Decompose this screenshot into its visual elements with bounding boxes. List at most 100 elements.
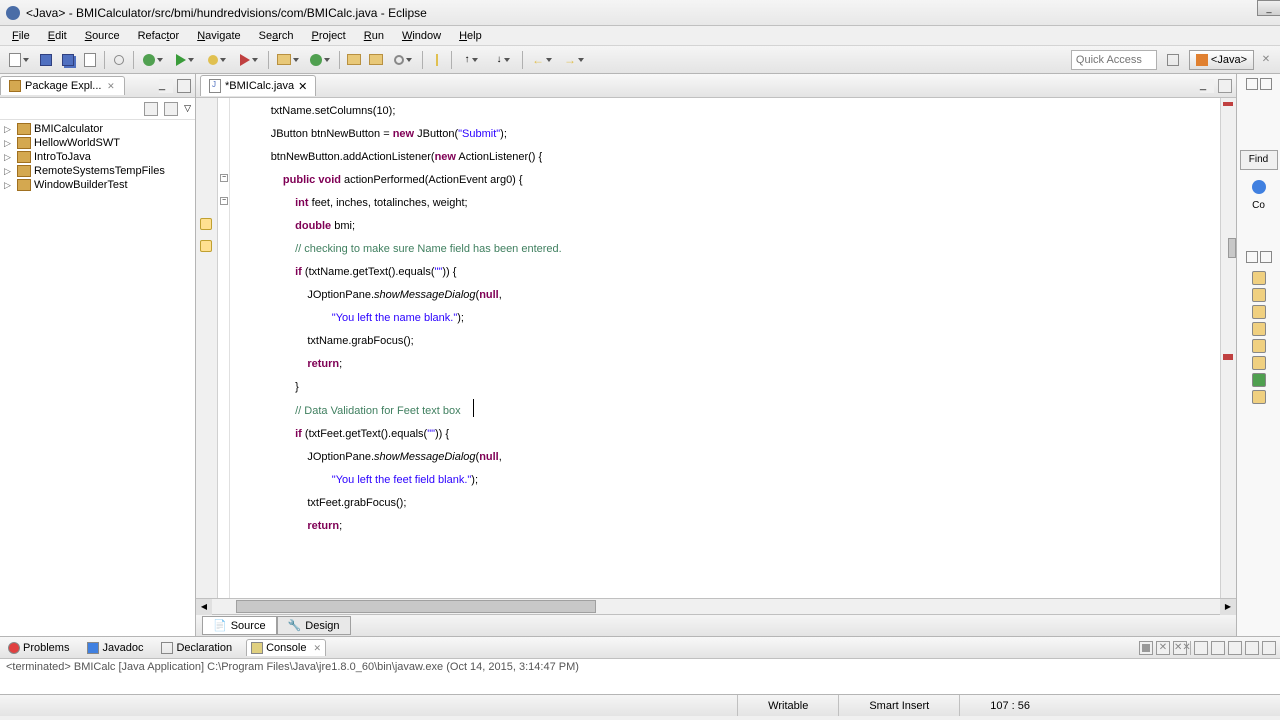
new-button[interactable] xyxy=(4,50,34,70)
outline-item-icon[interactable] xyxy=(1252,288,1266,302)
project-tree[interactable]: ▷BMICalculator ▷HellowWorldSWT ▷IntroToJ… xyxy=(0,120,195,194)
status-insert-mode: Smart Insert xyxy=(838,695,959,716)
close-icon[interactable]: ✕ xyxy=(105,81,116,92)
close-icon[interactable]: ✕ xyxy=(298,80,307,93)
javadoc-tab[interactable]: Javadoc xyxy=(83,640,147,656)
console-output[interactable]: <terminated> BMICalc [Java Application] … xyxy=(0,659,1280,675)
open-console-button[interactable] xyxy=(1262,641,1276,655)
menu-search[interactable]: Search xyxy=(251,28,302,44)
outline-toolbar-icon[interactable] xyxy=(1260,251,1272,263)
tree-item: ▷BMICalculator xyxy=(0,122,195,136)
problems-tab[interactable]: Problems xyxy=(4,640,73,656)
outline-toolbar-icon[interactable] xyxy=(1246,251,1258,263)
collapse-all-button[interactable] xyxy=(144,102,158,116)
outline-item-icon[interactable] xyxy=(1252,373,1266,387)
scroll-right-icon[interactable]: ▶ xyxy=(1220,599,1236,615)
minimize-view-button[interactable]: _ xyxy=(159,79,173,93)
view-menu-icon[interactable]: ▽ xyxy=(184,103,191,114)
close-perspective-icon[interactable]: ✕ xyxy=(1256,50,1276,70)
quick-access-input[interactable] xyxy=(1071,50,1157,70)
menu-window[interactable]: Window xyxy=(394,28,449,44)
remove-launch-button[interactable]: ✕ xyxy=(1156,641,1170,655)
tree-item: ▷RemoteSystemsTempFiles xyxy=(0,164,195,178)
outline-item-icon[interactable] xyxy=(1252,339,1266,353)
error-marker-icon xyxy=(1223,102,1233,106)
project-icon xyxy=(17,179,31,191)
open-type-button[interactable] xyxy=(344,50,364,70)
outline-item-icon[interactable] xyxy=(1252,322,1266,336)
minimize-button[interactable]: _ xyxy=(1257,0,1280,16)
menu-run[interactable]: Run xyxy=(356,28,392,44)
annotation-next-button[interactable]: ↓ xyxy=(488,50,518,70)
tree-item: ▷WindowBuilderTest xyxy=(0,178,195,192)
outline-item-icon[interactable] xyxy=(1252,356,1266,370)
horizontal-scrollbar[interactable]: ◀ ▶ xyxy=(196,598,1236,614)
console-tab[interactable]: Console✕ xyxy=(246,639,326,656)
run-button[interactable] xyxy=(170,50,200,70)
package-icon xyxy=(9,80,21,92)
menu-help[interactable]: Help xyxy=(451,28,490,44)
restore-view-button[interactable] xyxy=(1246,78,1258,90)
find-button[interactable]: Find xyxy=(1240,150,1278,170)
fold-column[interactable]: − − xyxy=(218,98,230,598)
editor-gutter[interactable] xyxy=(196,98,218,598)
editor-tab-title: *BMICalc.java xyxy=(225,80,294,92)
clear-console-button[interactable] xyxy=(1194,641,1208,655)
package-explorer-tab[interactable]: Package Expl... ✕ xyxy=(0,76,125,95)
statusbar: Writable Smart Insert 107 : 56 xyxy=(0,694,1280,716)
minimize-editor-button[interactable]: _ xyxy=(1200,79,1214,93)
new-package-button[interactable] xyxy=(273,50,303,70)
search-button[interactable] xyxy=(388,50,418,70)
maximize-editor-button[interactable] xyxy=(1218,79,1232,93)
open-task-button[interactable] xyxy=(366,50,386,70)
back-button[interactable]: ← xyxy=(527,50,557,70)
run-last-button[interactable] xyxy=(202,50,232,70)
declaration-icon xyxy=(161,642,173,654)
scroll-left-icon[interactable]: ◀ xyxy=(196,599,212,615)
close-icon[interactable]: ✕ xyxy=(313,643,321,654)
design-tab[interactable]: 🔧Design xyxy=(277,616,351,635)
menu-file[interactable]: File xyxy=(4,28,38,44)
menu-edit[interactable]: Edit xyxy=(40,28,75,44)
scroll-lock-button[interactable] xyxy=(1211,641,1225,655)
debug-button[interactable] xyxy=(138,50,168,70)
open-perspective-button[interactable] xyxy=(1163,50,1183,70)
save-all-button[interactable] xyxy=(58,50,78,70)
forward-button[interactable]: → xyxy=(559,50,589,70)
project-icon xyxy=(17,137,31,149)
outline-item-icon[interactable] xyxy=(1252,390,1266,404)
outline-item-icon[interactable] xyxy=(1252,305,1266,319)
skip-breakpoints-button[interactable] xyxy=(109,50,129,70)
source-tab[interactable]: 📄Source xyxy=(202,616,277,635)
menu-navigate[interactable]: Navigate xyxy=(189,28,248,44)
fold-toggle-icon[interactable]: − xyxy=(220,197,228,205)
warning-icon xyxy=(200,240,212,252)
menu-project[interactable]: Project xyxy=(304,28,354,44)
java-perspective-button[interactable]: <Java> xyxy=(1189,50,1254,70)
print-button[interactable] xyxy=(80,50,100,70)
menubar: File Edit Source Refactor Navigate Searc… xyxy=(0,26,1280,46)
overview-ruler[interactable] xyxy=(1220,98,1236,598)
pin-console-button[interactable] xyxy=(1228,641,1242,655)
outline-item-icon[interactable] xyxy=(1252,271,1266,285)
new-class-button[interactable] xyxy=(305,50,335,70)
external-tools-button[interactable] xyxy=(234,50,264,70)
remove-all-button[interactable]: ✕✕ xyxy=(1173,641,1187,655)
display-console-button[interactable] xyxy=(1245,641,1259,655)
code-editor[interactable]: txtName.setColumns(10); JButton btnNewBu… xyxy=(230,98,1220,598)
console-icon xyxy=(251,642,263,654)
scrollbar-thumb[interactable] xyxy=(236,600,596,613)
view-icon[interactable] xyxy=(1260,78,1272,90)
toggle-mark-button[interactable] xyxy=(427,50,447,70)
declaration-tab[interactable]: Declaration xyxy=(157,640,236,656)
scrollbar-thumb[interactable] xyxy=(1228,238,1236,258)
editor-tab[interactable]: *BMICalc.java ✕ xyxy=(200,75,316,96)
save-button[interactable] xyxy=(36,50,56,70)
menu-source[interactable]: Source xyxy=(77,28,128,44)
link-editor-button[interactable] xyxy=(164,102,178,116)
maximize-view-button[interactable] xyxy=(177,79,191,93)
fold-toggle-icon[interactable]: − xyxy=(220,174,228,182)
annotation-prev-button[interactable]: ↑ xyxy=(456,50,486,70)
terminate-button[interactable] xyxy=(1139,641,1153,655)
menu-refactor[interactable]: Refactor xyxy=(130,28,188,44)
